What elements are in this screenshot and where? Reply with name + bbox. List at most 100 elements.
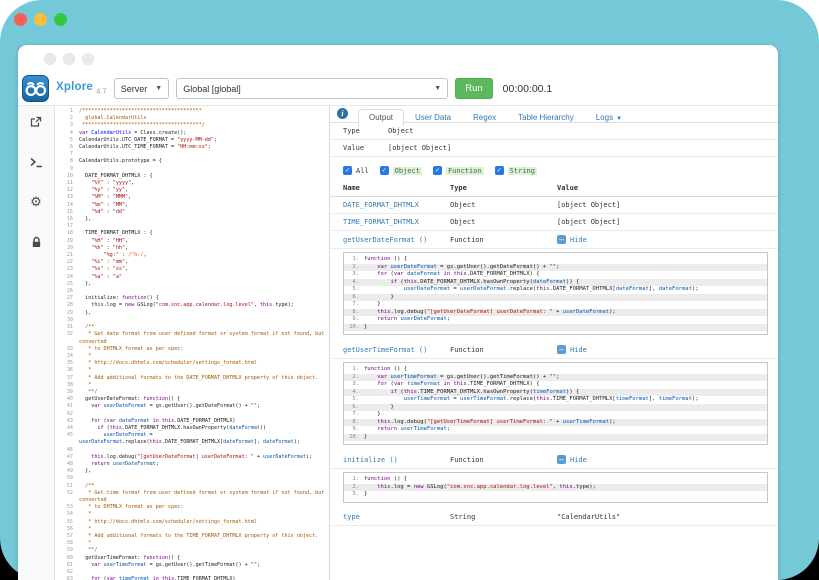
scope-select[interactable]: Global [global]▼ xyxy=(176,78,448,99)
lock-icon[interactable] xyxy=(29,235,43,249)
editor-line: 21 "%g:" : /^h:/, xyxy=(55,252,329,259)
editor-line: 50 xyxy=(55,475,329,482)
server-select[interactable]: Server▼ xyxy=(114,78,169,99)
line-code: userDateFormat = userDateFormat.replace(… xyxy=(79,432,329,446)
source-line: 1.function () { xyxy=(344,366,767,374)
hide-label: Hide xyxy=(570,236,587,244)
source-line: 10.} xyxy=(344,324,767,332)
gear-icon[interactable]: ⚙ xyxy=(29,195,43,209)
line-number: 11 xyxy=(55,180,79,187)
result-name-link[interactable]: getUserDateFormat () xyxy=(343,236,450,244)
result-value: [object Object] xyxy=(557,201,774,209)
main-content: ⚙ 1/************************************… xyxy=(18,106,778,580)
line-code: }, xyxy=(79,310,329,317)
hide-button[interactable]: –Hide xyxy=(557,235,774,244)
editor-line: 61 var userTimeFormat = gs.getUser().get… xyxy=(55,562,329,569)
checkbox-icon[interactable]: ✓ xyxy=(495,166,504,175)
editor-line: 42 xyxy=(55,411,329,418)
filter-function[interactable]: ✓Function xyxy=(433,166,484,175)
line-code: * xyxy=(79,382,329,389)
source-line-code: userTimeFormat = userTimeFormat.replace(… xyxy=(364,396,767,404)
checkbox-icon[interactable]: ✓ xyxy=(343,166,352,175)
line-number: 51 xyxy=(55,483,79,490)
line-number: 19 xyxy=(55,238,79,245)
source-line: 2. var userTimeFormat = gs.getUser().get… xyxy=(344,374,767,382)
line-code: global.CalendarUtils xyxy=(79,115,329,122)
checkbox-icon[interactable]: ✓ xyxy=(433,166,442,175)
filter-string[interactable]: ✓String xyxy=(495,166,537,175)
filter-all[interactable]: ✓All xyxy=(343,166,369,175)
run-button[interactable]: Run xyxy=(455,78,492,99)
line-number: 60 xyxy=(55,555,79,562)
chevron-down-icon: ▼ xyxy=(434,85,441,92)
line-code: * to DHTMLX format as per spec: xyxy=(79,346,329,353)
result-name-link[interactable]: getUserTimeFormat () xyxy=(343,346,450,354)
line-number: 44 xyxy=(55,425,79,432)
line-code: CalendarUtils.UTC_TIME_FORMAT = "HH:mm:s… xyxy=(79,144,329,151)
source-line-number: 5. xyxy=(344,286,364,294)
line-code: CalendarUtils.UTC_DATE_FORMAT = "yyyy-MM… xyxy=(79,137,329,144)
minimize-window-icon[interactable] xyxy=(34,13,47,26)
line-number: 22 xyxy=(55,259,79,266)
result-name-link[interactable]: type xyxy=(343,513,450,521)
source-line-code: } xyxy=(364,301,767,309)
source-line-number: 1. xyxy=(344,476,364,484)
source-line: 6. } xyxy=(344,404,767,412)
line-number: 20 xyxy=(55,245,79,252)
source-line: 5. userDateFormat = userDateFormat.repla… xyxy=(344,286,767,294)
filter-label: Object xyxy=(393,167,422,175)
result-type: Function xyxy=(450,456,557,464)
line-number: 37 xyxy=(55,375,79,382)
line-number: 10 xyxy=(55,173,79,180)
editor-line: 22 "%i" : "mm", xyxy=(55,259,329,266)
result-name-link[interactable]: DATE_FORMAT_DHTMLX xyxy=(343,201,450,209)
line-number: 58 xyxy=(55,540,79,547)
col-header-type: Type xyxy=(450,184,557,192)
app-version: 4.7 xyxy=(96,89,106,96)
source-line-number: 6. xyxy=(344,294,364,302)
line-number: 32 xyxy=(55,331,79,345)
editor-line: 32 * Get date format from user defined f… xyxy=(55,331,329,345)
editor-line: 10 DATE_FORMAT_DHTMLX : { xyxy=(55,173,329,180)
source-line-number: 9. xyxy=(344,316,364,324)
chrome-dot xyxy=(44,53,56,65)
line-code: * Add additional formats to the TIME_FOR… xyxy=(79,533,329,540)
line-code: "%m" : "MM", xyxy=(79,202,329,209)
line-number: 59 xyxy=(55,547,79,554)
line-number: 45 xyxy=(55,432,79,446)
line-number: 33 xyxy=(55,346,79,353)
maximize-window-icon[interactable] xyxy=(54,13,67,26)
open-in-new-icon[interactable] xyxy=(29,115,43,129)
hide-button[interactable]: –Hide xyxy=(557,345,774,354)
checkbox-icon[interactable]: ✓ xyxy=(380,166,389,175)
code-editor[interactable]: 1/**************************************… xyxy=(55,106,330,580)
function-source-block: 1.function () {2. this.log = new GSLog("… xyxy=(343,472,768,503)
info-icon[interactable]: i xyxy=(337,108,348,119)
line-number: 23 xyxy=(55,266,79,273)
line-code: **/ xyxy=(79,547,329,554)
source-line-code: } xyxy=(364,411,767,419)
editor-line: 23 "%s" : "ss", xyxy=(55,266,329,273)
line-number: 43 xyxy=(55,418,79,425)
editor-line: 62 xyxy=(55,569,329,576)
col-header-name: Name xyxy=(343,184,450,192)
source-line-number: 3. xyxy=(344,491,364,499)
line-number: 54 xyxy=(55,511,79,518)
line-code: "%h" : "hh", xyxy=(79,245,329,252)
source-line-code: return userTimeFormat; xyxy=(364,426,767,434)
filter-object[interactable]: ✓ Object xyxy=(380,166,422,175)
result-value: [object Object] xyxy=(557,218,774,226)
editor-line: 14 "%m" : "MM", xyxy=(55,202,329,209)
line-code xyxy=(79,317,329,324)
hide-button[interactable]: –Hide xyxy=(557,455,774,464)
result-name-link[interactable]: initialize () xyxy=(343,456,450,464)
editor-line: 56 * xyxy=(55,526,329,533)
source-line-number: 7. xyxy=(344,301,364,309)
close-window-icon[interactable] xyxy=(14,13,27,26)
result-name-link[interactable]: TIME_FORMAT_DHTMLX xyxy=(343,218,450,226)
console-icon[interactable] xyxy=(29,155,43,169)
result-type: Object xyxy=(450,201,557,209)
source-line-number: 2. xyxy=(344,264,364,272)
editor-line: 59 **/ xyxy=(55,547,329,554)
source-line-code: } xyxy=(364,324,767,332)
